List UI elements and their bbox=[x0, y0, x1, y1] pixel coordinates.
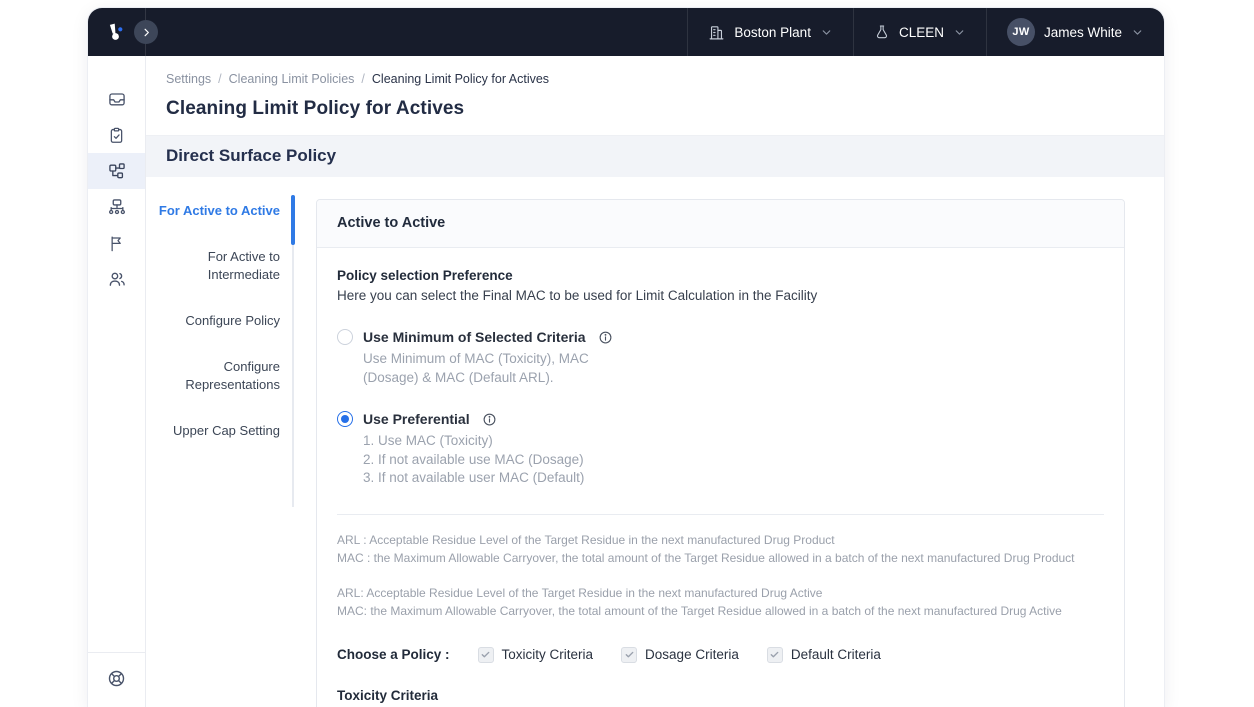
preferential-step: 1. Use MAC (Toxicity) bbox=[363, 432, 1104, 451]
workflow-icon bbox=[107, 161, 127, 181]
subnav-item-for-active-to-intermediate[interactable]: For Active to Intermediate bbox=[146, 248, 296, 284]
chevron-down-icon bbox=[1131, 26, 1144, 39]
app-window: Boston Plant CLEEN JW James White bbox=[88, 8, 1164, 707]
sidebar-item-hierarchy[interactable] bbox=[88, 189, 145, 225]
subnav-item-upper-cap-setting[interactable]: Upper Cap Setting bbox=[146, 422, 296, 440]
sidebar-item-workflows[interactable] bbox=[88, 153, 145, 189]
policy-preference-heading: Policy selection Preference bbox=[337, 268, 1104, 283]
building-icon bbox=[708, 24, 725, 41]
icon-sidebar bbox=[88, 56, 146, 707]
sidebar-bottom bbox=[88, 652, 145, 707]
chevron-right-icon bbox=[141, 27, 152, 38]
main-area: Settings / Cleaning Limit Policies / Cle… bbox=[146, 56, 1164, 707]
sidebar-item-users[interactable] bbox=[88, 261, 145, 297]
check-icon bbox=[624, 649, 635, 660]
subnav-item-configure-representations[interactable]: Configure Representations bbox=[146, 358, 296, 394]
chevron-down-icon bbox=[953, 26, 966, 39]
dosage-criteria-checkbox-item[interactable]: Dosage Criteria bbox=[621, 647, 739, 663]
info-icon[interactable] bbox=[482, 412, 497, 427]
option-use-preferential: Use Preferential 1. Use MAC (Toxicity) bbox=[337, 411, 1104, 488]
page-title: Cleaning Limit Policy for Actives bbox=[146, 86, 1164, 120]
topbar: Boston Plant CLEEN JW James White bbox=[88, 8, 1164, 56]
toxicity-criteria-heading: Toxicity Criteria bbox=[337, 688, 1104, 703]
arl-product-definition: ARL : Acceptable Residue Level of the Ta… bbox=[337, 531, 1104, 550]
info-icon[interactable] bbox=[598, 330, 613, 345]
dosage-criteria-label: Dosage Criteria bbox=[645, 647, 739, 662]
policy-subnav: For Active to Active For Active to Inter… bbox=[146, 177, 296, 707]
sidebar-item-tasks[interactable] bbox=[88, 117, 145, 153]
use-preferential-steps: 1. Use MAC (Toxicity) 2. If not availabl… bbox=[363, 432, 1104, 488]
toxicity-criteria-label: Toxicity Criteria bbox=[502, 647, 594, 662]
subnav-item-configure-policy[interactable]: Configure Policy bbox=[146, 312, 296, 330]
policy-preference-options: Use Minimum of Selected Criteria Use Min… bbox=[337, 329, 1104, 488]
sidebar-item-inbox[interactable] bbox=[88, 81, 145, 117]
plant-selector[interactable]: Boston Plant bbox=[687, 8, 853, 56]
sidebar-expand-button[interactable] bbox=[134, 20, 158, 44]
card-title: Active to Active bbox=[317, 200, 1124, 248]
logo-icon bbox=[104, 20, 130, 44]
use-preferential-radio-row[interactable]: Use Preferential bbox=[337, 411, 1104, 427]
users-icon bbox=[107, 269, 127, 289]
breadcrumb-cleaning-limit-policies[interactable]: Cleaning Limit Policies bbox=[229, 72, 355, 86]
topbar-right: Boston Plant CLEEN JW James White bbox=[687, 8, 1164, 56]
inbox-icon bbox=[107, 89, 127, 109]
section-divider bbox=[337, 514, 1104, 515]
use-minimum-radio[interactable] bbox=[337, 329, 353, 345]
flag-icon bbox=[107, 234, 126, 253]
default-criteria-checkbox-item[interactable]: Default Criteria bbox=[767, 647, 881, 663]
default-criteria-checkbox[interactable] bbox=[767, 647, 783, 663]
avatar: JW bbox=[1007, 18, 1035, 46]
definitions-drug-product: ARL : Acceptable Residue Level of the Ta… bbox=[337, 531, 1104, 568]
use-preferential-radio[interactable] bbox=[337, 411, 353, 427]
dosage-criteria-checkbox[interactable] bbox=[621, 647, 637, 663]
arl-active-definition: ARL: Acceptable Residue Level of the Tar… bbox=[337, 584, 1104, 603]
module-selector[interactable]: CLEEN bbox=[853, 8, 986, 56]
use-preferential-label: Use Preferential bbox=[363, 411, 470, 427]
default-criteria-label: Default Criteria bbox=[791, 647, 881, 662]
breadcrumb: Settings / Cleaning Limit Policies / Cle… bbox=[146, 56, 1164, 86]
user-menu[interactable]: JW James White bbox=[986, 8, 1164, 56]
sidebar-item-flags[interactable] bbox=[88, 225, 145, 261]
section-header: Direct Surface Policy bbox=[146, 135, 1164, 177]
breadcrumb-separator: / bbox=[218, 72, 221, 86]
choose-policy-row: Choose a Policy : Toxicity Criteria bbox=[337, 647, 1104, 663]
module-name: CLEEN bbox=[899, 25, 944, 40]
mac-product-definition: MAC : the Maximum Allowable Carryover, t… bbox=[337, 549, 1104, 568]
definitions-drug-active: ARL: Acceptable Residue Level of the Tar… bbox=[337, 584, 1104, 621]
subnav-item-for-active-to-active[interactable]: For Active to Active bbox=[146, 202, 296, 220]
help-lifebuoy-icon bbox=[106, 668, 127, 689]
preferential-step: 3. If not available user MAC (Default) bbox=[363, 469, 1104, 488]
toxicity-criteria-checkbox[interactable] bbox=[478, 647, 494, 663]
sidebar-item-help[interactable] bbox=[88, 665, 145, 691]
preferential-step: 2. If not available use MAC (Dosage) bbox=[363, 451, 1104, 470]
hierarchy-icon bbox=[107, 197, 127, 217]
chevron-down-icon bbox=[820, 26, 833, 39]
choose-policy-label: Choose a Policy : bbox=[337, 647, 450, 662]
breadcrumb-separator: / bbox=[361, 72, 364, 86]
check-icon bbox=[769, 649, 780, 660]
user-name: James White bbox=[1044, 25, 1122, 40]
toxicity-criteria-section: Toxicity Criteria ARL of the Target Resi… bbox=[337, 688, 1104, 707]
breadcrumb-current: Cleaning Limit Policy for Actives bbox=[372, 72, 549, 86]
use-minimum-label: Use Minimum of Selected Criteria bbox=[363, 329, 586, 345]
policy-preference-description: Here you can select the Final MAC to be … bbox=[337, 288, 1104, 303]
breadcrumb-settings[interactable]: Settings bbox=[166, 72, 211, 86]
toxicity-criteria-checkbox-item[interactable]: Toxicity Criteria bbox=[478, 647, 594, 663]
use-minimum-radio-row[interactable]: Use Minimum of Selected Criteria bbox=[337, 329, 1104, 345]
mac-active-definition: MAC: the Maximum Allowable Carryover, th… bbox=[337, 602, 1104, 621]
subnav-active-indicator bbox=[291, 195, 295, 245]
plant-name: Boston Plant bbox=[734, 25, 811, 40]
clipboard-check-icon bbox=[107, 126, 126, 145]
check-icon bbox=[480, 649, 491, 660]
flask-icon bbox=[874, 24, 890, 40]
option-use-minimum: Use Minimum of Selected Criteria Use Min… bbox=[337, 329, 1104, 387]
use-minimum-description: Use Minimum of MAC (Toxicity), MAC (Dosa… bbox=[363, 350, 648, 387]
active-to-active-card: Active to Active Policy selection Prefer… bbox=[316, 199, 1125, 707]
